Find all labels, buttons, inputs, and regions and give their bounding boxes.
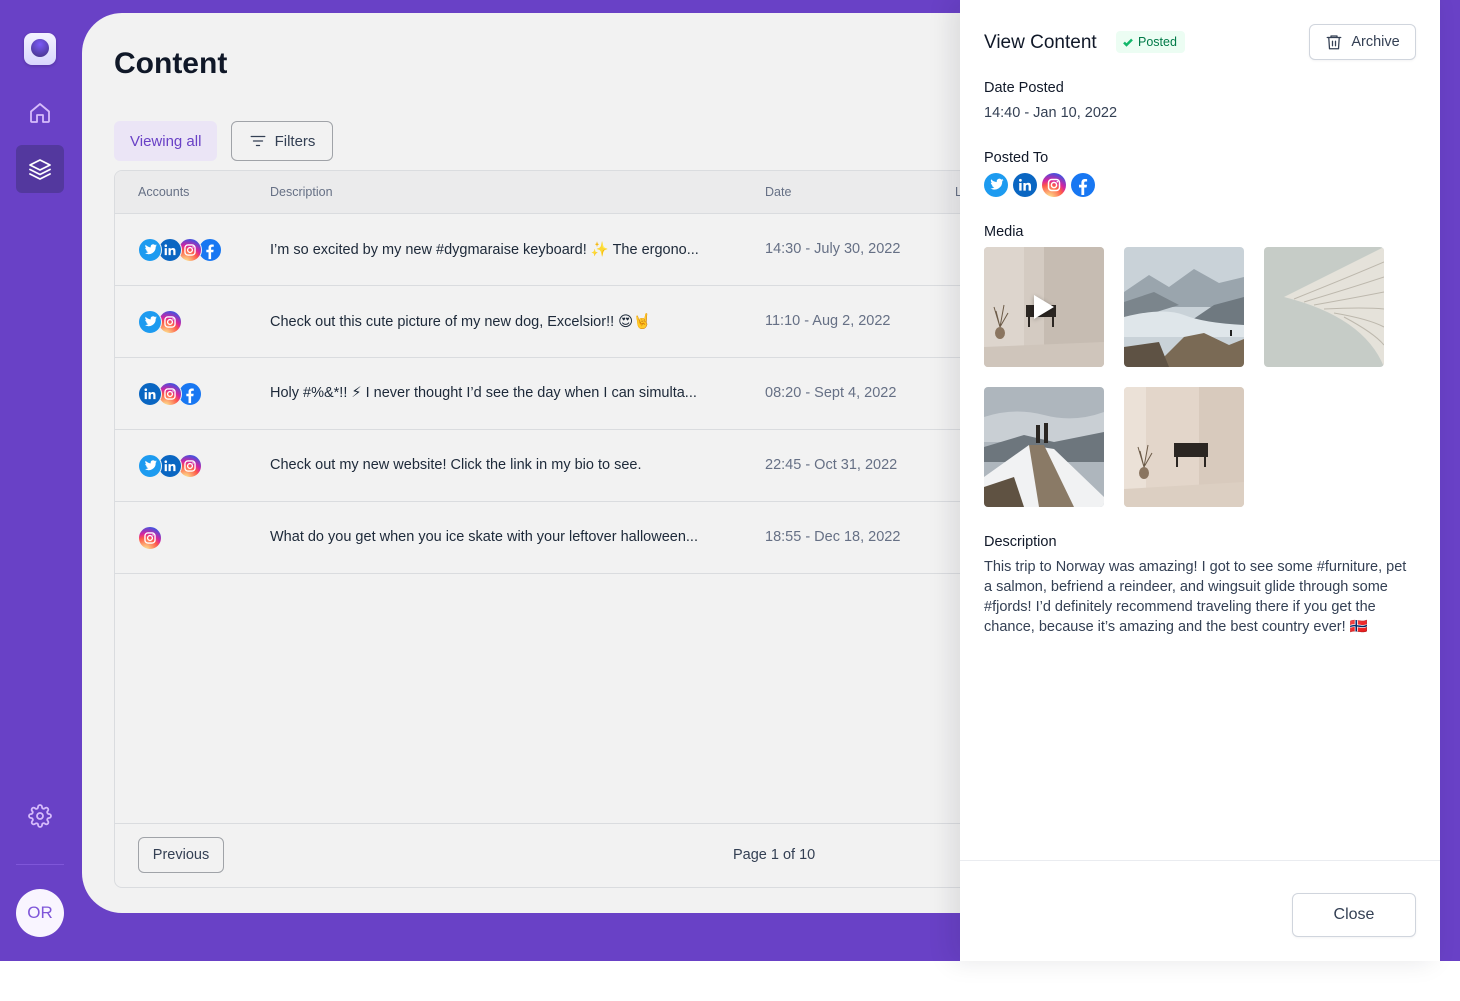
filter-icon (250, 135, 266, 147)
facebook-icon (1071, 173, 1095, 197)
filters-button[interactable]: Filters (231, 121, 333, 161)
row-date: 18:55 - Dec 18, 2022 (765, 529, 901, 545)
archive-label: Archive (1351, 34, 1400, 50)
twitter-icon (138, 454, 162, 478)
table-row[interactable]: Check out this cute picture of my new do… (115, 286, 1082, 358)
snowy-peak-hikers-image (984, 387, 1104, 507)
row-date: 11:10 - Aug 2, 2022 (765, 313, 891, 329)
drawer-footer-divider (960, 860, 1440, 861)
architecture-curve-image (1264, 247, 1384, 367)
gear-icon (28, 804, 52, 828)
table-row[interactable]: I’m so excited by my new #dygmaraise key… (115, 214, 1082, 286)
sidebar-divider (16, 864, 64, 865)
description-label: Description (984, 534, 1057, 550)
drawer-title: View Content (984, 32, 1097, 53)
instagram-icon (138, 526, 162, 550)
main-panel: Content Viewing all Filters Accounts Des… (82, 13, 1082, 913)
app-logo[interactable] (24, 33, 56, 65)
row-description: Check out my new website! Click the link… (270, 457, 642, 473)
table-row[interactable]: What do you get when you ice skate with … (115, 502, 1082, 574)
home-icon (30, 103, 50, 123)
page-indicator: Page 1 of 10 (733, 847, 816, 863)
content-table: Accounts Description Date L I’m so excit… (114, 170, 1082, 888)
filters-label: Filters (274, 132, 316, 150)
avatar[interactable]: OR (16, 889, 64, 937)
sidebar-item-settings[interactable] (16, 792, 64, 840)
posted-to-label: Posted To (984, 150, 1049, 166)
viewing-all-button[interactable]: Viewing all (114, 121, 218, 161)
column-header-date[interactable]: Date (765, 185, 791, 199)
media-image-thumbnail[interactable] (1124, 247, 1244, 367)
close-button[interactable]: Close (1292, 893, 1416, 937)
linkedin-icon (138, 382, 162, 406)
twitter-icon (138, 310, 162, 334)
interior-room-image (1124, 387, 1244, 507)
row-description: Holy #%&*!! ⚡ I never thought I’d see th… (270, 385, 697, 401)
sidebar-item-home[interactable] (16, 89, 64, 137)
twitter-icon (138, 238, 162, 262)
table-footer: Previous Page 1 of 10 (115, 823, 1082, 887)
archive-button[interactable]: Archive (1309, 24, 1416, 60)
media-label: Media (984, 224, 1024, 240)
sidebar-item-content[interactable] (16, 145, 64, 193)
page-title: Content (114, 47, 228, 80)
check-icon (1123, 38, 1133, 47)
row-description: I’m so excited by my new #dygmaraise key… (270, 242, 699, 258)
media-image-thumbnail[interactable] (1264, 247, 1384, 367)
table-header: Accounts Description Date L (115, 171, 1082, 214)
twitter-icon (984, 173, 1008, 197)
table-row[interactable]: Check out my new website! Click the link… (115, 430, 1082, 502)
status-badge: Posted (1116, 31, 1185, 53)
media-image-thumbnail[interactable] (984, 387, 1104, 507)
media-video-thumbnail[interactable] (984, 247, 1104, 367)
date-posted-value: 14:40 - Jan 10, 2022 (984, 105, 1118, 121)
previous-button[interactable]: Previous (138, 837, 224, 873)
column-header-accounts[interactable]: Accounts (138, 185, 189, 199)
column-header-description[interactable]: Description (270, 185, 333, 199)
row-date: 14:30 - July 30, 2022 (765, 241, 901, 257)
instagram-icon (1042, 173, 1066, 197)
play-icon[interactable] (1034, 295, 1054, 319)
status-badge-label: Posted (1138, 35, 1177, 49)
page-bottom (0, 961, 1460, 1001)
trash-icon (1326, 35, 1342, 50)
view-content-drawer: View Content Posted Archive Date Posted … (960, 0, 1440, 961)
table-row[interactable]: Holy #%&*!! ⚡ I never thought I’d see th… (115, 358, 1082, 430)
row-description: What do you get when you ice skate with … (270, 529, 698, 545)
description-text: This trip to Norway was amazing! I got t… (984, 559, 1407, 635)
date-posted-label: Date Posted (984, 80, 1064, 96)
layers-icon (29, 159, 51, 180)
row-date: 08:20 - Sept 4, 2022 (765, 385, 897, 401)
row-date: 22:45 - Oct 31, 2022 (765, 457, 898, 473)
row-description: Check out this cute picture of my new do… (270, 314, 652, 330)
linkedin-icon (1013, 173, 1037, 197)
media-image-thumbnail[interactable] (1124, 387, 1244, 507)
fjord-mountains-image (1124, 247, 1244, 367)
